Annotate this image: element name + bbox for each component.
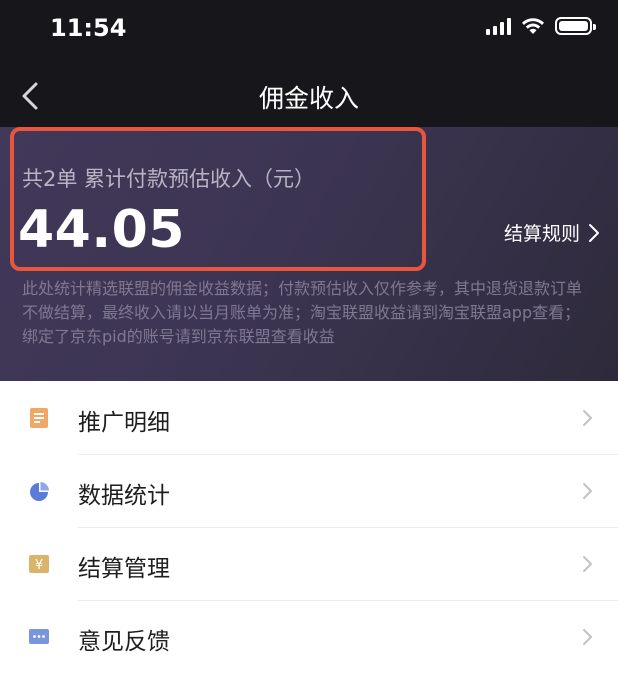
chevron-right-icon [583, 629, 592, 645]
menu-item-label: 推广明细 [78, 410, 170, 436]
pie-chart-icon [30, 482, 49, 501]
menu-item-feedback[interactable]: 意见反馈 [0, 600, 618, 673]
top-bar: 11:54 佣金收入 [0, 0, 618, 127]
wifi-icon [522, 18, 544, 34]
chevron-right-icon [583, 483, 592, 499]
menu-item-settlement-management[interactable]: ¥ 结算管理 [0, 527, 618, 600]
disclaimer-text: 此处统计精选联盟的佣金收益数据；付款预估收入仅作参考，其中退货退款订单不做结算，… [22, 279, 583, 346]
document-icon [30, 408, 48, 428]
menu-item-label: 数据统计 [78, 483, 170, 509]
feedback-icon [29, 629, 49, 644]
status-time: 11:54 [50, 14, 127, 42]
settlement-rules-link[interactable]: 结算规则 [504, 219, 600, 246]
status-icons [486, 17, 596, 35]
order-count-label: 共2单 累计付款预估收入（元） [22, 167, 316, 191]
estimated-income-amount: 44.05 [18, 200, 185, 260]
page-title: 佣金收入 [258, 84, 359, 113]
menu-item-data-statistics[interactable]: 数据统计 [0, 454, 618, 527]
income-summary-panel: 共2单 累计付款预估收入（元） 44.05 结算规则 此处统计精选联盟的佣金收益… [0, 127, 618, 381]
chevron-right-icon [583, 410, 592, 426]
menu-item-label: 结算管理 [78, 556, 170, 582]
chevron-right-icon [589, 223, 599, 242]
svg-text:¥: ¥ [35, 558, 43, 573]
cellular-signal-icon [486, 17, 511, 35]
yen-icon: ¥ [29, 555, 49, 573]
battery-icon [555, 17, 596, 35]
menu-item-promotion-details[interactable]: 推广明细 [0, 381, 618, 454]
settlement-rules-label: 结算规则 [503, 223, 580, 245]
menu-list: 推广明细 数据统计 ¥ 结算管理 意见反馈 [0, 381, 618, 673]
menu-item-label: 意见反馈 [78, 629, 170, 655]
chevron-right-icon [583, 556, 592, 572]
